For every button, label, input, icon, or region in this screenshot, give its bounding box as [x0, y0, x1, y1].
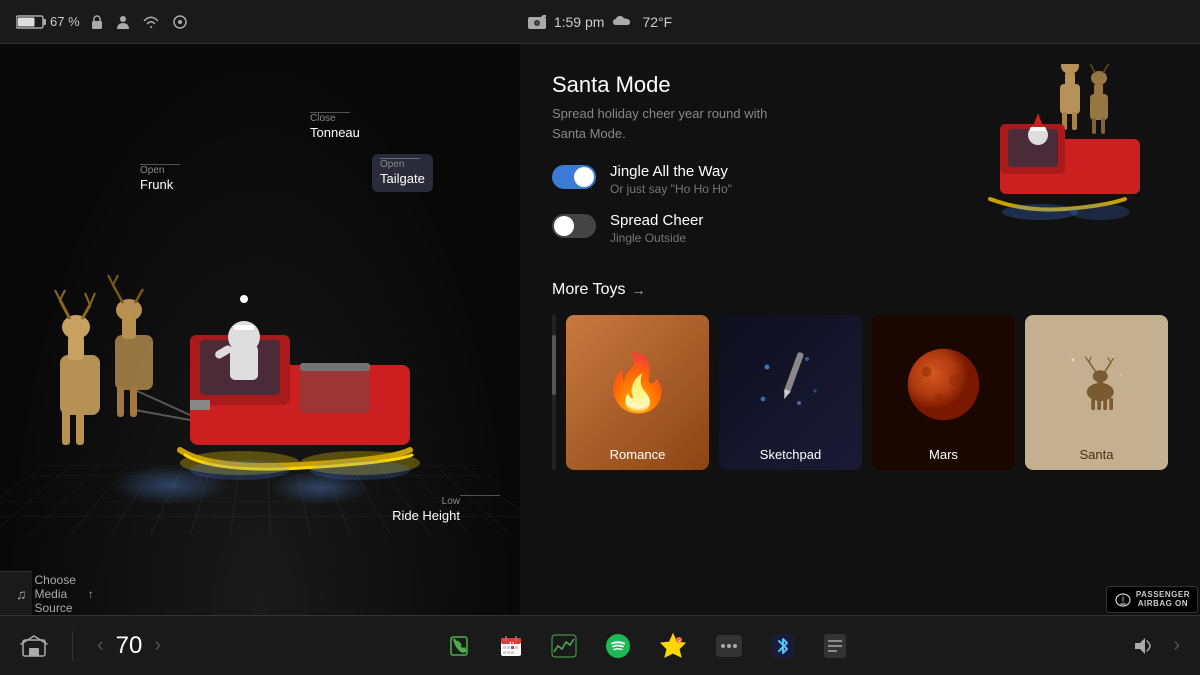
nav-center: 11 [447, 632, 847, 660]
toy-card-mars[interactable]: Mars [872, 315, 1015, 470]
airbag-badge: PASSENGER AIRBAG ON [1106, 586, 1198, 613]
nav-home[interactable] [20, 634, 48, 658]
volume-icon [1133, 636, 1157, 656]
nav-calendar[interactable]: 11 [499, 634, 523, 658]
toggle-spread-label: Spread Cheer [610, 212, 703, 229]
speed-decrease[interactable]: ‹ [97, 634, 104, 657]
label-tailgate[interactable]: Open Tailgate [372, 154, 433, 192]
nav-bluetooth[interactable] [771, 633, 795, 659]
svg-text:✦: ✦ [1119, 374, 1123, 378]
nav-phone[interactable] [447, 634, 471, 658]
nav-left: ‹ 70 › [20, 631, 161, 661]
more-toys-arrow: → [632, 282, 646, 298]
nav-chart[interactable] [551, 634, 577, 658]
left-panel: ⚡ [0, 44, 520, 615]
dots-icon [715, 634, 743, 658]
scroll-indicator[interactable] [552, 315, 556, 470]
scroll-thumb [552, 335, 556, 395]
glow-circle-1 [110, 465, 230, 505]
label-tonneau[interactable]: Close Tonneau [310, 112, 360, 142]
glow-circle-2 [270, 470, 370, 505]
airbag-icon [1114, 591, 1132, 607]
wifi-icon [142, 15, 160, 29]
media-note-icon: ♫ [16, 586, 27, 602]
sketchpad-art [751, 343, 831, 423]
toy-card-santa[interactable]: ✦ ✦ ✦ [1025, 315, 1168, 470]
battery-percent: 67 % [50, 14, 80, 29]
sleigh-svg: ⚡ [30, 215, 490, 515]
toggle-jingle[interactable] [552, 165, 596, 189]
status-icons [90, 14, 188, 30]
mars-planet [901, 342, 986, 427]
santa-mode-section: Santa Mode Spread holiday cheer year rou… [520, 44, 1200, 281]
toggle-spread[interactable] [552, 214, 596, 238]
speed-increase[interactable]: › [154, 634, 161, 657]
nav-next-arrow[interactable]: › [1173, 634, 1180, 657]
more-toys-header[interactable]: More Toys → [552, 281, 1168, 299]
camera-icon [528, 15, 546, 29]
battery-indicator: 67 % [16, 14, 80, 29]
label-frunk[interactable]: Open Frunk [140, 164, 173, 194]
media-bar[interactable]: ♫ Choose Media Source ↑ [0, 571, 32, 615]
toggle-spread-sub: Jingle Outside [610, 231, 703, 245]
media-arrow: ↑ [88, 587, 94, 601]
phone-icon [447, 634, 471, 658]
speed-section: ‹ 70 › [97, 632, 161, 660]
bluetooth-icon [771, 633, 795, 659]
sleigh-mini [960, 64, 1180, 224]
nav-right: › [1133, 634, 1180, 657]
toy-card-sketchpad[interactable]: Sketchpad [719, 315, 862, 470]
media-source-text: Choose Media Source [35, 573, 76, 615]
more-toys-section: More Toys → 🔥 Romance [520, 281, 1200, 615]
status-left: 67 % [16, 14, 528, 30]
toys-area: 🔥 Romance [552, 315, 1168, 470]
sleigh-scene: ⚡ [30, 215, 490, 515]
svg-text:✦: ✦ [1070, 357, 1075, 364]
status-bar: 67 % [0, 0, 1200, 44]
romance-emoji: 🔥 [603, 350, 673, 416]
nav-divider-1 [72, 631, 73, 661]
nav-volume[interactable] [1133, 636, 1157, 656]
bottom-nav: ‹ 70 › 11 [0, 615, 1200, 675]
status-weather: 72°F [642, 14, 672, 30]
label-ride-height[interactable]: Low Ride Height [392, 495, 460, 525]
spotify-icon [605, 633, 631, 659]
star-icon: ✦ [659, 632, 687, 660]
home-icon [20, 634, 48, 658]
toggle-jingle-label: Jingle All the Way [610, 163, 732, 180]
right-panel: Santa Mode Spread holiday cheer year rou… [520, 44, 1200, 615]
sleigh-body [180, 295, 420, 480]
nav-spotify[interactable] [605, 633, 631, 659]
speed-display: 70 [116, 632, 143, 660]
toy-card-romance[interactable]: 🔥 Romance [566, 315, 709, 470]
mars-label: Mars [872, 447, 1015, 462]
more-toys-title: More Toys [552, 281, 626, 299]
nav-notes[interactable] [823, 633, 847, 659]
santa-label: Santa [1025, 447, 1168, 462]
sync-icon [172, 14, 188, 30]
toggle-jingle-sub: Or just say "Ho Ho Ho" [610, 182, 732, 196]
battery-icon [16, 15, 48, 29]
notes-icon [823, 633, 847, 659]
chart-icon [551, 634, 577, 658]
person-icon [116, 14, 130, 30]
status-time: 1:59 pm [554, 14, 605, 30]
cloud-icon [612, 15, 634, 29]
car-scene: ⚡ [0, 44, 520, 615]
calendar-icon: 11 [499, 634, 523, 658]
romance-label: Romance [566, 447, 709, 462]
nav-star[interactable]: ✦ [659, 632, 687, 660]
status-center: 1:59 pm 72°F [528, 14, 672, 30]
reindeer-group [55, 275, 153, 445]
lock-icon [90, 14, 104, 30]
sketchpad-label: Sketchpad [719, 447, 862, 462]
santa-art: ✦ ✦ ✦ [1059, 347, 1134, 422]
nav-more[interactable] [715, 634, 743, 658]
